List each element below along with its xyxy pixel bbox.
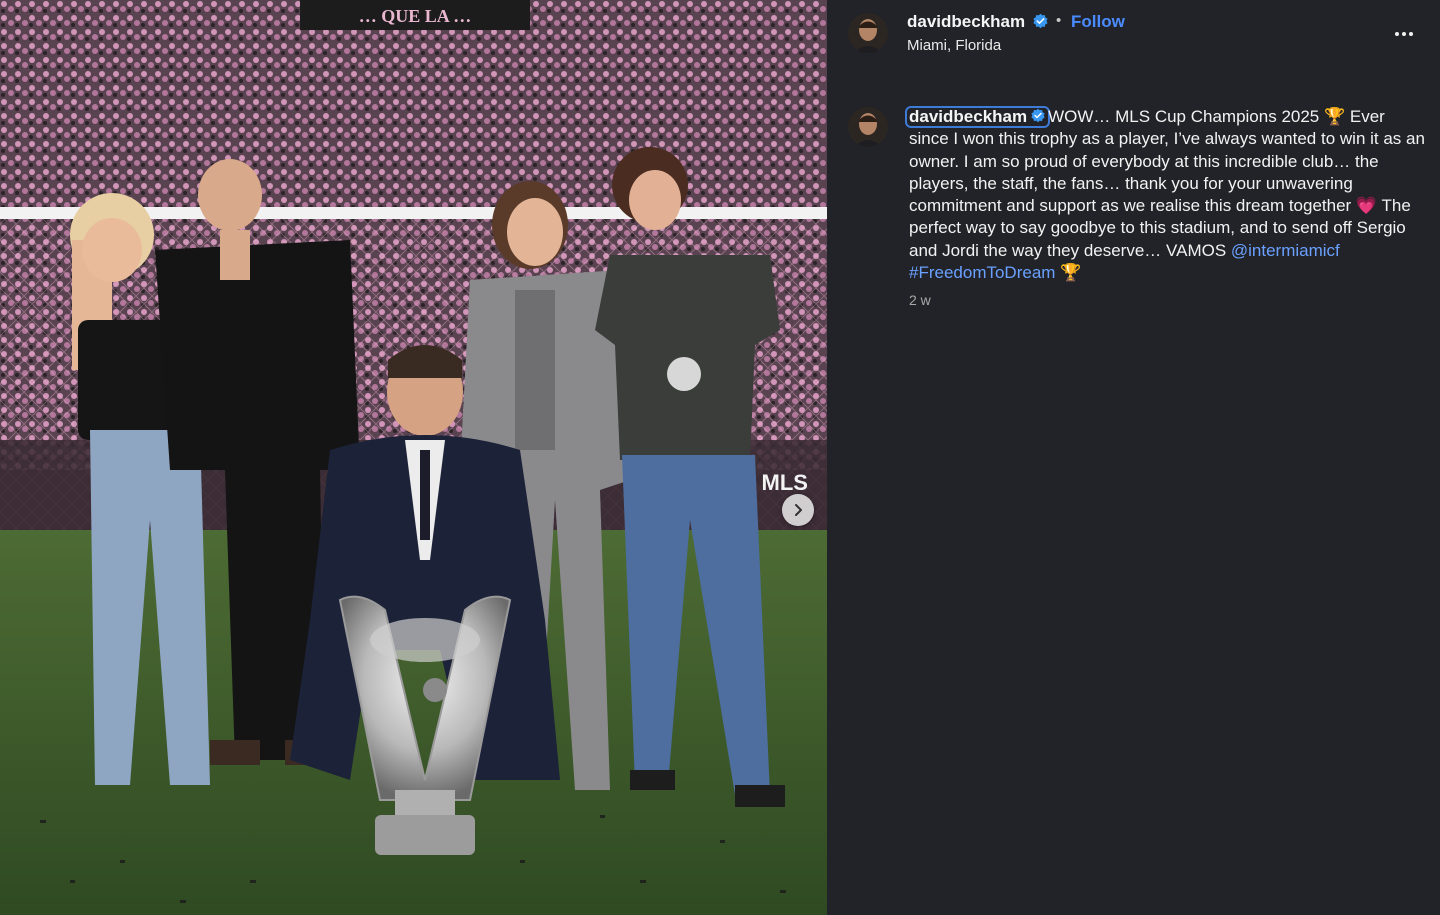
header-username[interactable]: davidbeckham xyxy=(907,12,1025,32)
more-options-icon[interactable] xyxy=(1395,24,1421,44)
banner-text: … QUE LA … xyxy=(359,6,472,26)
post-header: davidbeckham • Follow Miami, Florida xyxy=(827,0,1440,70)
caption-text: davidbeckham WOW… MLS Cup Champions 2025 … xyxy=(904,106,1429,284)
location-link[interactable]: Miami, Florida xyxy=(907,37,1001,54)
post-photo[interactable]: … QUE LA … MLS xyxy=(0,0,827,915)
mention-link[interactable]: @intermiamicf xyxy=(1231,241,1340,260)
verified-badge-icon xyxy=(1031,108,1045,123)
avatar[interactable] xyxy=(848,13,888,53)
separator-dot: • xyxy=(1056,12,1062,29)
post-timestamp[interactable]: 2 w xyxy=(909,292,931,308)
board-text: MLS xyxy=(762,470,808,495)
avatar-image xyxy=(848,107,888,147)
caption-avatar[interactable] xyxy=(848,107,888,147)
follow-button[interactable]: Follow xyxy=(1071,12,1125,32)
avatar-image xyxy=(848,13,888,53)
chevron-right-icon xyxy=(795,504,802,516)
caption-body: WOW… MLS Cup Champions 2025 🏆 Ever since… xyxy=(909,107,1425,260)
hashtag-link[interactable]: #FreedomToDream xyxy=(909,263,1055,282)
caption-username[interactable]: davidbeckham xyxy=(904,106,1051,128)
post-photo-illustration: … QUE LA … MLS xyxy=(0,0,827,915)
next-photo-button[interactable] xyxy=(782,494,814,526)
verified-badge-icon xyxy=(1033,13,1048,29)
post-viewer: … QUE LA … MLS davidbeckham • Follow Mia… xyxy=(0,0,1440,915)
post-side-panel: davidbeckham • Follow Miami, Florida dav… xyxy=(827,0,1440,915)
caption-trailing: 🏆 xyxy=(1055,263,1082,283)
